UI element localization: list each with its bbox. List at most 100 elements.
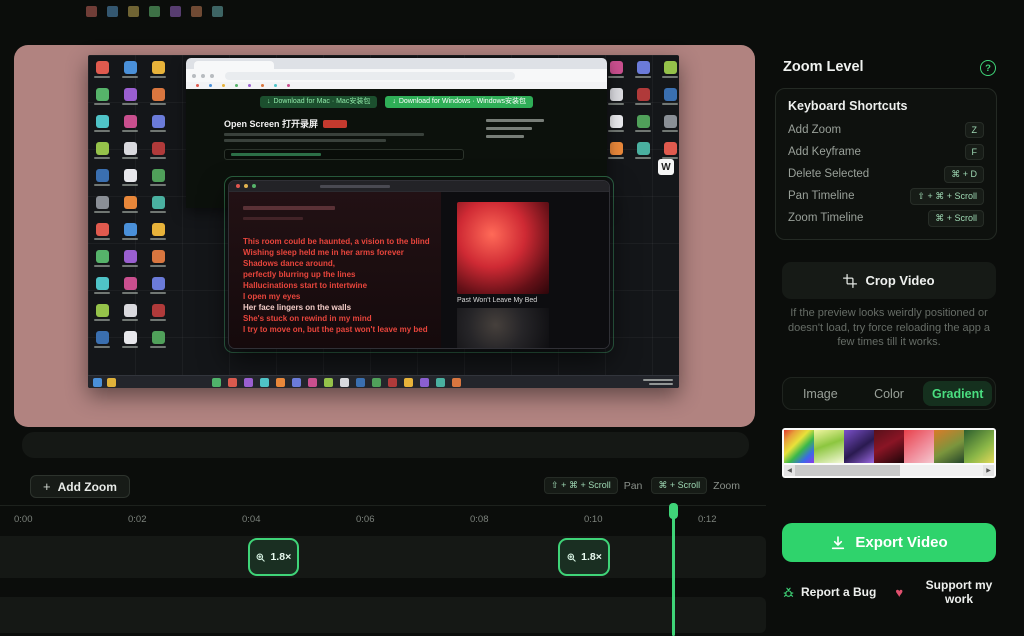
gradient-swatch[interactable] — [844, 430, 874, 463]
gradient-swatch[interactable] — [814, 430, 844, 463]
gradient-swatch-row — [784, 430, 994, 463]
plus-icon: + — [43, 479, 51, 494]
support-link[interactable]: Support my work — [922, 578, 996, 606]
recorded-desktop-frame: W ↓ Download for Mac · Mac安装包 — [88, 55, 679, 388]
minimize-icon — [244, 184, 248, 188]
w-logo-icon: W — [658, 159, 674, 175]
shortcut-key-badge: ⇧ + ⌘ + Scroll — [544, 477, 618, 494]
browser-address-bar — [225, 72, 515, 80]
taskbar-icon — [324, 378, 333, 387]
taskbar-icon — [260, 378, 269, 387]
icon-label-placeholder — [662, 130, 678, 132]
tick-label: 0:02 — [128, 514, 147, 525]
scroll-right-icon[interactable]: ▶ — [983, 465, 994, 476]
lyric-line: Her face lingers on the walls — [243, 302, 437, 313]
gradient-swatch[interactable] — [934, 430, 964, 463]
icon-label-placeholder — [608, 157, 624, 159]
zoom-segment[interactable]: 1.8× — [248, 538, 299, 576]
taskbar-icon — [93, 378, 102, 387]
scrollbar-thumb[interactable] — [795, 465, 900, 476]
app-root: W ↓ Download for Mac · Mac安装包 — [0, 0, 1024, 636]
icon-label-placeholder — [608, 76, 624, 78]
crop-video-button[interactable]: Crop Video — [782, 262, 996, 299]
icon-label-placeholder — [635, 76, 651, 78]
close-icon — [236, 184, 240, 188]
zoom-track[interactable]: 1.8× 1.8× — [0, 536, 766, 578]
bookmark-favicon — [274, 84, 277, 87]
taskbar-icon — [107, 378, 116, 387]
app-icon — [610, 61, 623, 74]
taskbar-icon — [244, 378, 253, 387]
shortcut-label: Pan Timeline — [788, 190, 854, 202]
browser-favicons — [86, 6, 223, 17]
desktop-icon — [606, 142, 626, 159]
report-bug-label: Report a Bug — [801, 585, 876, 599]
lyric-line: Hallucinations start to intertwine — [243, 280, 437, 291]
desktop-icon — [660, 142, 679, 159]
taskbar-icon — [404, 378, 413, 387]
terminal-command-box — [224, 149, 464, 160]
hint-label: Zoom — [713, 480, 740, 492]
desktop-icon — [606, 61, 626, 78]
app-icon — [637, 115, 650, 128]
desktop-icon — [660, 88, 679, 105]
add-zoom-button[interactable]: + Add Zoom — [30, 475, 130, 498]
shortcut-key-badge: Z — [965, 122, 985, 138]
app-icon — [637, 142, 650, 155]
tick-label: 0:04 — [242, 514, 261, 525]
tab-gradient[interactable]: Gradient — [923, 381, 992, 406]
tick-label: 0:06 — [356, 514, 375, 525]
tick-label: 0:08 — [470, 514, 489, 525]
shortcut-row: Zoom Timeline⌘ + Scroll — [788, 207, 984, 229]
artist-photo — [457, 308, 549, 349]
gradient-scrollbar[interactable]: ◀ ▶ — [784, 465, 994, 476]
video-preview-canvas[interactable]: W ↓ Download for Mac · Mac安装包 — [14, 45, 755, 427]
preview-shelf — [22, 432, 749, 458]
text-placeholder — [224, 133, 424, 136]
video-track[interactable] — [0, 597, 766, 633]
gradient-swatch[interactable] — [784, 430, 814, 463]
help-icon[interactable]: ? — [980, 60, 996, 76]
browser-bookmarks-bar — [186, 82, 607, 89]
taskbar-icon — [420, 378, 429, 387]
gradient-swatch[interactable] — [874, 430, 904, 463]
favicon-icon — [86, 6, 97, 17]
favicon-icon — [128, 6, 139, 17]
download-buttons-row: ↓ Download for Mac · Mac安装包 ↓ Download f… — [186, 96, 607, 108]
shortcut-row: Add ZoomZ — [788, 119, 984, 141]
report-bug-button[interactable]: Report a Bug — [782, 585, 876, 599]
playhead[interactable] — [672, 504, 675, 636]
zoom-segment[interactable]: 1.8× — [558, 538, 609, 576]
heart-icon: ♥ — [895, 585, 903, 600]
scroll-left-icon[interactable]: ◀ — [784, 465, 795, 476]
album-title: Past Won't Leave My Bed — [457, 297, 537, 304]
gradient-swatch[interactable] — [964, 430, 994, 463]
tab-color[interactable]: Color — [855, 381, 924, 406]
lyric-line: I open my eyes — [243, 291, 437, 302]
song-title-placeholder — [243, 206, 335, 210]
icon-label-placeholder — [635, 157, 651, 159]
gradient-swatch[interactable] — [904, 430, 934, 463]
text-placeholder — [486, 135, 524, 138]
maximize-icon — [252, 184, 256, 188]
tab-image[interactable]: Image — [786, 381, 855, 406]
shortcut-row: Delete Selected⌘ + D — [788, 163, 984, 185]
download-mac-button: ↓ Download for Mac · Mac安装包 — [260, 96, 377, 108]
lyrics-panel: This room could be haunted, a vision to … — [229, 192, 441, 349]
taskbar-icon — [388, 378, 397, 387]
window-title-placeholder — [320, 185, 390, 188]
zoom-in-icon — [255, 552, 266, 563]
download-mac-label: Download for Mac · Mac安装包 — [273, 96, 370, 108]
taskbar-icon — [308, 378, 317, 387]
recorded-player-window: This room could be haunted, a vision to … — [228, 180, 610, 349]
crop-icon — [843, 274, 857, 288]
timeline-ruler[interactable]: 0:000:020:040:060:080:100:12 — [0, 505, 766, 531]
forward-icon — [201, 74, 205, 78]
export-video-button[interactable]: Export Video — [782, 523, 996, 562]
browser-tab — [194, 61, 274, 69]
scrollbar-track[interactable] — [795, 465, 983, 476]
download-icon: ↓ — [267, 96, 271, 108]
app-icon — [664, 61, 677, 74]
lyric-line: This room could be haunted, a vision to … — [243, 236, 437, 247]
icon-label-placeholder — [662, 103, 678, 105]
